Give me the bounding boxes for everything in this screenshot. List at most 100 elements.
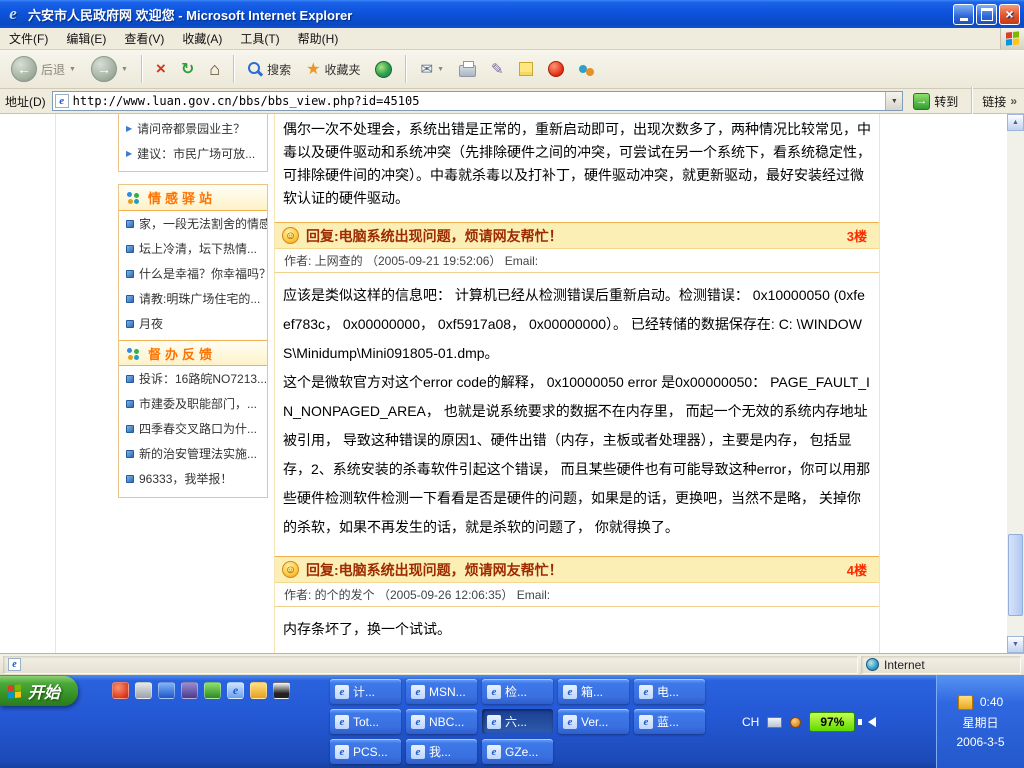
taskbar-button[interactable]: ePCS... xyxy=(330,739,401,764)
msn-people-icon xyxy=(579,65,595,77)
quick-launch-bar: e xyxy=(112,682,290,699)
links-button[interactable]: 链接 xyxy=(982,93,1019,110)
quick-launch-icon[interactable] xyxy=(181,682,198,699)
sidebar-link[interactable]: 投诉：16路皖NO7213... xyxy=(119,366,267,391)
taskbar-button[interactable]: e电... xyxy=(634,679,705,704)
mail-button[interactable]: ▼ xyxy=(415,58,449,80)
menu-favorites[interactable]: 收藏(A) xyxy=(173,28,231,49)
taskbar-button[interactable]: eMSN... xyxy=(406,679,477,704)
go-button[interactable]: 转到 xyxy=(909,92,962,111)
reply-header: 回复:电脑系统出现问题，烦请网友帮忙！ 4楼 xyxy=(275,557,879,583)
ie-window: e 六安市人民政府网 欢迎您 - Microsoft Internet Expl… xyxy=(0,0,1024,768)
sidebar-link[interactable]: 什么是幸福？你幸福吗？ xyxy=(119,261,267,286)
battery-indicator[interactable]: 97% xyxy=(809,712,855,732)
favorites-star-icon xyxy=(306,59,320,79)
document-icon: e xyxy=(8,658,21,671)
msn-button[interactable] xyxy=(574,59,600,79)
menu-edit[interactable]: 编辑(E) xyxy=(57,28,115,49)
sidebar-link[interactable]: 96333，我举报！ xyxy=(119,466,267,491)
sidebar-link[interactable]: 请问帝都景园业主？ xyxy=(119,116,267,141)
quick-launch-icon[interactable] xyxy=(158,682,175,699)
start-button[interactable]: 开始 xyxy=(0,676,78,706)
address-input-wrap: e xyxy=(52,91,904,111)
menu-tools[interactable]: 工具(T) xyxy=(231,28,288,49)
taskbar-button-active[interactable]: e六... xyxy=(482,709,553,734)
taskbar-button-label: 蓝... xyxy=(657,713,679,730)
reply-title: 回复:电脑系统出现问题，烦请网友帮忙！ xyxy=(306,560,563,580)
taskbar-button[interactable]: e蓝... xyxy=(634,709,705,734)
taskbar-button[interactable]: eGZe... xyxy=(482,739,553,764)
taskbar-button-grid: e计... eMSN... e检... e箱... e电... eTot... … xyxy=(330,679,705,764)
reply-body: 内存条坏了，换一个试试。 xyxy=(275,607,879,658)
print-button[interactable] xyxy=(454,59,481,79)
search-button[interactable]: 搜索 xyxy=(243,59,296,80)
taskbar-button[interactable]: e箱... xyxy=(558,679,629,704)
taskbar-button[interactable]: e计... xyxy=(330,679,401,704)
edit-button[interactable] xyxy=(486,58,509,80)
section-header-emotion[interactable]: 情感驿站 xyxy=(119,185,267,211)
stop-button[interactable] xyxy=(151,57,171,81)
taskbar-button[interactable]: eNBC... xyxy=(406,709,477,734)
sidebar-link[interactable]: 月夜 xyxy=(119,311,267,336)
address-input[interactable] xyxy=(69,94,886,108)
favorites-button[interactable]: 收藏夹 xyxy=(301,57,365,81)
square-bullet-icon xyxy=(126,270,134,278)
tray-app-icon[interactable] xyxy=(790,717,801,728)
menu-view[interactable]: 查看(V) xyxy=(115,28,173,49)
menu-file[interactable]: 文件(F) xyxy=(0,28,57,49)
taskbar-button[interactable]: e我... xyxy=(406,739,477,764)
menu-help[interactable]: 帮助(H) xyxy=(289,28,348,49)
sidebar-link[interactable]: 新的治安管理法实施... xyxy=(119,441,267,466)
forward-button[interactable]: ▼ xyxy=(86,54,133,84)
sidebar-link[interactable]: 坛上冷清，坛下热情... xyxy=(119,236,267,261)
refresh-button[interactable] xyxy=(176,57,199,81)
close-button[interactable] xyxy=(999,4,1020,25)
sidebar-link-label: 四季春交叉路口为什... xyxy=(139,420,257,437)
home-button[interactable] xyxy=(204,57,225,82)
keyboard-icon[interactable] xyxy=(767,717,782,728)
sidebar-link[interactable]: 四季春交叉路口为什... xyxy=(119,416,267,441)
discuss-button[interactable] xyxy=(514,60,538,78)
scrollbar-thumb[interactable] xyxy=(1008,534,1023,616)
quick-launch-icon[interactable] xyxy=(273,682,290,699)
zone-label: Internet xyxy=(884,658,925,672)
taskbar-button-label: Tot... xyxy=(353,715,379,729)
scroll-up-button[interactable] xyxy=(1007,114,1024,131)
browser-viewport: 请问帝都景园业主？ 建议：市民广场可放... 情感驿站 家，一段无法割舍的情感 xyxy=(0,114,1024,653)
back-button[interactable]: 后退 ▼ xyxy=(6,54,81,84)
speaker-icon[interactable] xyxy=(863,717,876,727)
sidebar-link[interactable]: 请教:明珠广场住宅的... xyxy=(119,286,267,311)
title-bar: e 六安市人民政府网 欢迎您 - Microsoft Internet Expl… xyxy=(0,0,1024,28)
taskbar-button[interactable]: eVer... xyxy=(558,709,629,734)
taskbar-button-label: 计... xyxy=(353,683,375,700)
square-bullet-icon xyxy=(126,245,134,253)
taskbar-button[interactable]: e检... xyxy=(482,679,553,704)
section-header-feedback[interactable]: 督办反馈 xyxy=(119,340,267,366)
minimize-button[interactable] xyxy=(953,4,974,25)
quick-launch-icon[interactable] xyxy=(204,682,221,699)
clover-icon xyxy=(127,347,140,360)
ime-indicator[interactable]: CH xyxy=(742,715,759,729)
scroll-down-button[interactable] xyxy=(1007,636,1024,653)
quick-launch-icon[interactable] xyxy=(112,682,129,699)
vertical-scrollbar[interactable] xyxy=(1007,114,1024,653)
sidebar-link[interactable]: 家，一段无法割舍的情感 xyxy=(119,211,267,236)
square-bullet-icon xyxy=(126,320,134,328)
quick-launch-icon[interactable] xyxy=(135,682,152,699)
toolbar-separator xyxy=(141,55,143,83)
taskbar-button[interactable]: eTot... xyxy=(330,709,401,734)
taskbar-clock[interactable]: 0:40 星期日 2006-3-5 xyxy=(936,675,1024,768)
quick-launch-ie-icon[interactable]: e xyxy=(227,682,244,699)
sidebar-link-label: 请问帝都景园业主？ xyxy=(137,120,245,137)
history-button[interactable] xyxy=(370,59,397,80)
messenger-button[interactable] xyxy=(543,59,569,79)
sidebar-link[interactable]: 市建委及职能部门，... xyxy=(119,391,267,416)
sidebar-link[interactable]: 建议：市民广场可放... xyxy=(119,141,267,166)
quick-launch-icon[interactable] xyxy=(250,682,267,699)
address-label: 地址(D) xyxy=(5,93,46,110)
square-bullet-icon xyxy=(126,400,134,408)
home-icon xyxy=(209,59,220,80)
maximize-button[interactable] xyxy=(976,4,997,25)
floor-badge: 4楼 xyxy=(847,560,872,579)
address-dropdown-button[interactable] xyxy=(885,92,902,110)
